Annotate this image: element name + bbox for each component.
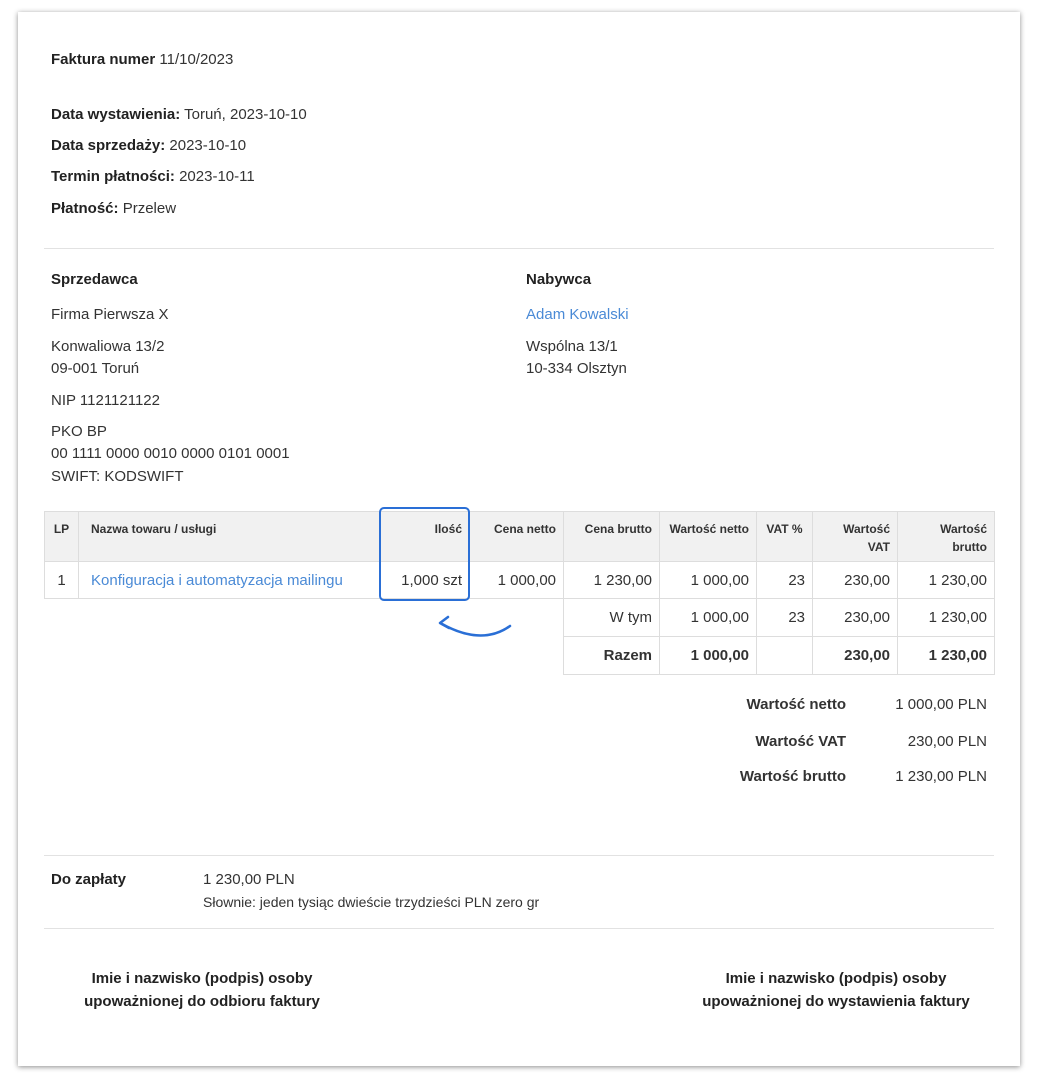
wtym-vat: 23 [756,598,813,637]
total-net-value: 1 000,00 PLN [895,696,987,713]
seller-account: 00 1111 0000 0010 0000 0101 0001 [51,445,290,462]
buyer-street: Wspólna 13/1 [526,338,618,355]
seller-swift: SWIFT: KODSWIFT [51,468,184,485]
wtym-gross: 1 230,00 [897,598,995,637]
payment-method: Płatność: Przelew [51,200,177,217]
seller-street: Konwaliowa 13/2 [51,338,165,355]
payment-words: Słownie: jeden tysiąc dwieście trzydzieś… [203,894,540,910]
col-lp: LP [44,511,79,562]
row-vat: 23 [756,561,813,599]
payment-amount: 1 230,00 PLN [203,871,295,888]
wtym-net: 1 000,00 [659,598,757,637]
seller-city: 09-001 Toruń [51,360,140,377]
razem-gross: 1 230,00 [897,636,995,675]
seller-name: Firma Pierwsza X [51,306,169,323]
buyer-heading: Nabywca [526,271,592,288]
seller-nip: NIP 1121121122 [51,392,160,409]
payment-label: Do zapłaty [51,871,127,888]
buyer-city: 10-334 Olsztyn [526,360,627,377]
row-lp: 1 [44,561,79,599]
razem-vat-value: 230,00 [812,636,898,675]
row-net-price: 1 000,00 [469,561,564,599]
wtym-vat-value: 230,00 [812,598,898,637]
total-gross-label: Wartość brutto [739,768,846,785]
qty-highlight-box [379,507,470,601]
col-gross-price: Cena brutto [563,511,660,562]
seller-heading: Sprzedawca [51,271,138,288]
wtym-row: W tym 1 000,00 23 230,00 1 230,00 [45,598,995,637]
col-net-price: Cena netto [469,511,564,562]
col-gross-value: Wartość brutto [897,511,995,562]
row-gross-price: 1 230,00 [563,561,660,599]
col-vat: VAT % [756,511,813,562]
seller-bank: PKO BP [51,423,107,440]
signature-issuer: Imie i nazwisko (podpis) osoby upoważnion… [702,970,970,1010]
col-vat-value: Wartość VAT [812,511,898,562]
signature-receiver: Imie i nazwisko (podpis) osoby upoważnion… [84,970,320,1010]
col-net-value: Wartość netto [659,511,757,562]
issue-date: Data wystawienia: Toruń, 2023-10-10 [51,106,307,123]
sale-date: Data sprzedaży: 2023-10-10 [51,137,247,154]
row-vat-value: 230,00 [812,561,898,599]
razem-net: 1 000,00 [659,636,757,675]
divider [44,248,994,249]
divider [44,928,994,929]
col-name: Nazwa towaru / usługi [78,511,381,562]
wtym-label: W tym [563,598,660,637]
razem-row: Razem 1 000,00 230,00 1 230,00 [45,636,995,675]
row-net-value: 1 000,00 [659,561,757,599]
buyer-name-link[interactable]: Adam Kowalski [526,306,629,324]
invoice-number: Faktura numer 11/10/2023 [51,51,234,68]
razem-label: Razem [563,636,660,675]
row-item-link[interactable]: Konfiguracja i automatyzacja mailingu [78,561,381,599]
divider [44,855,994,856]
total-net-label: Wartość netto [746,696,846,713]
total-vat-value: 230,00 PLN [907,733,987,750]
table-row: 1 Konfiguracja i automatyzacja mailingu … [44,561,995,599]
total-vat-label: Wartość VAT [755,733,846,750]
payment-due: Termin płatności: 2023-10-11 [51,168,255,185]
total-gross-value: 1 230,00 PLN [895,768,987,785]
items-table: LP Nazwa towaru / usługi Ilość Cena nett… [44,511,995,675]
row-gross-value: 1 230,00 [897,561,995,599]
arrow-icon [438,615,512,637]
table-header: LP Nazwa towaru / usługi Ilość Cena nett… [44,511,995,562]
